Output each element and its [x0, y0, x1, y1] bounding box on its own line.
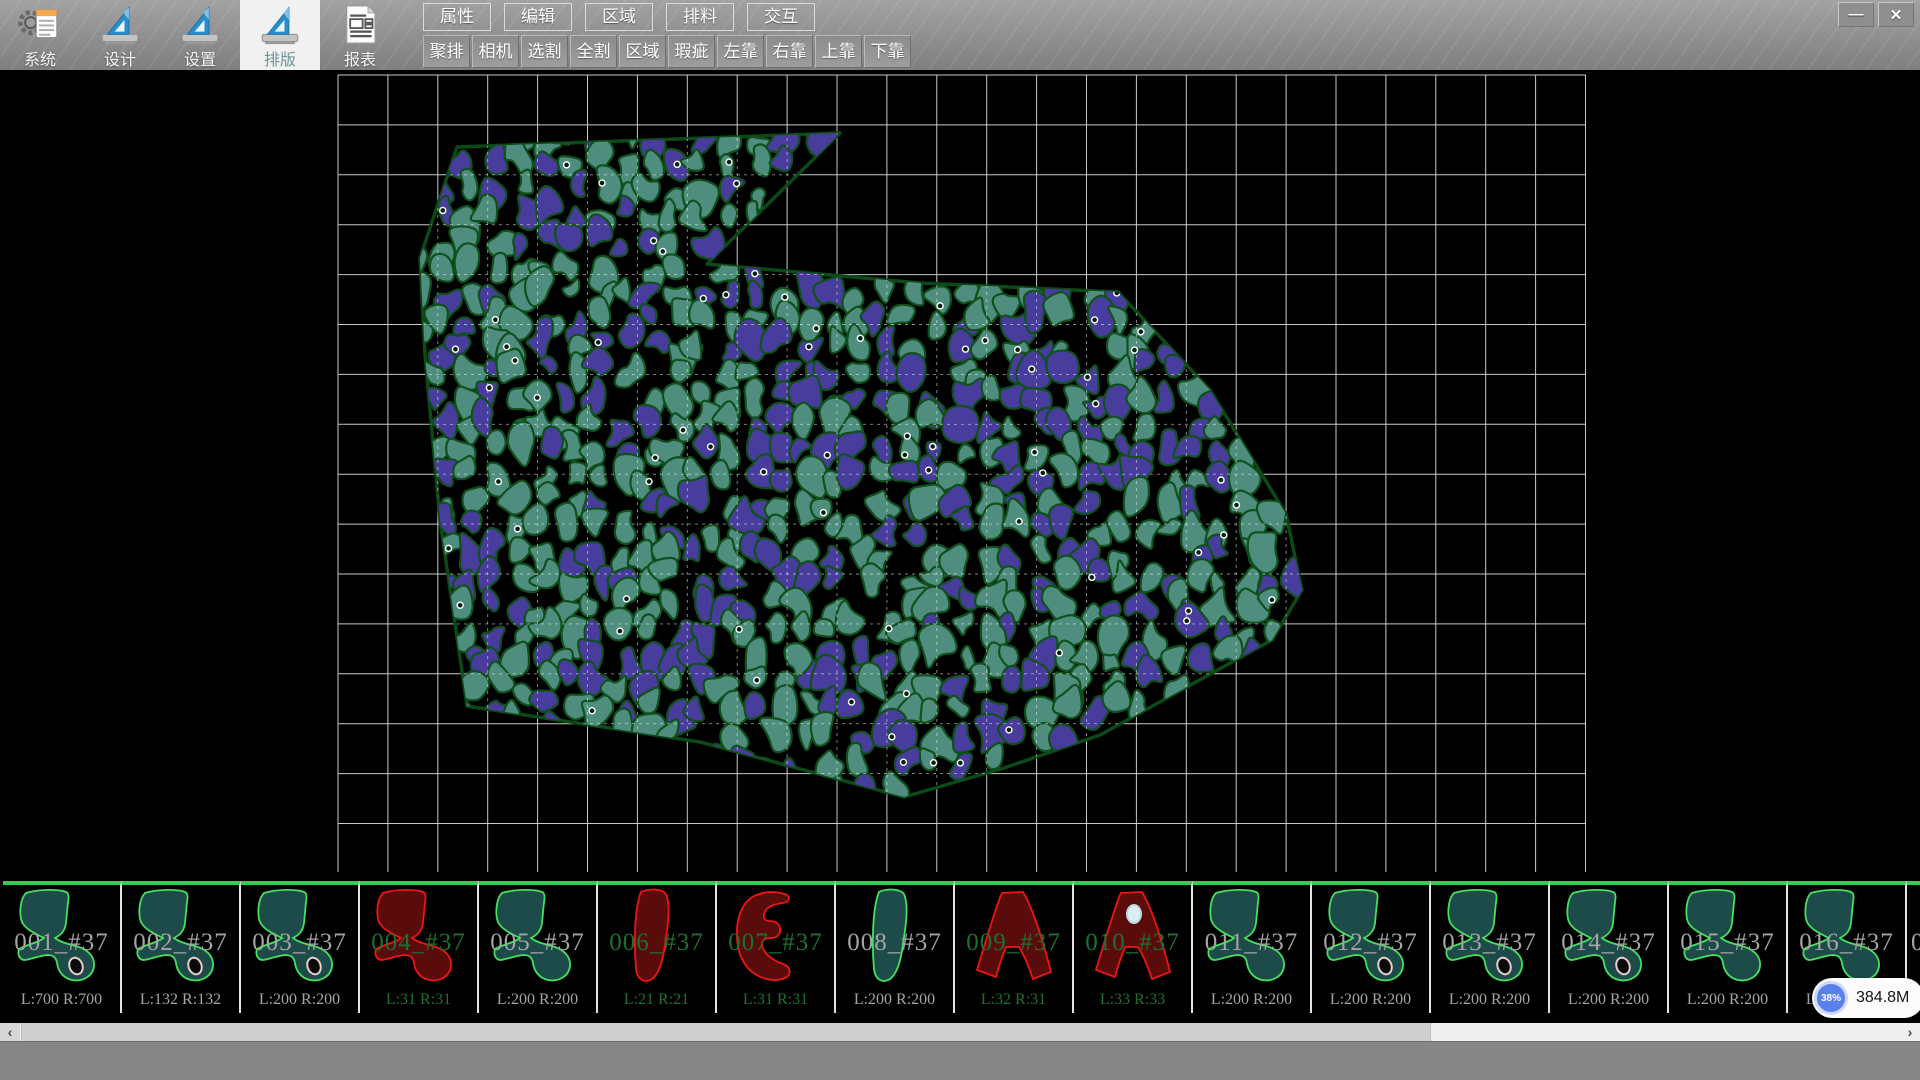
piece-id-label: 012_#37 [1312, 929, 1429, 957]
piece-lr-label: L:200 R:200 [1431, 991, 1548, 1009]
piece-thumbnail-10[interactable]: 010_#37 L:33 R:33 [1074, 881, 1193, 1013]
nesting-app-window: 系统 设计 设置 排版 报表 属性编辑区域排料交互 聚排相机选割全割区域瑕疵左靠… [0, 0, 1920, 1080]
piece-thumbnail-4[interactable]: 004_#37 L:31 R:31 [360, 881, 479, 1013]
piece-id-label: 006_#37 [598, 929, 715, 957]
piece-lr-label: L:33 R:33 [1074, 991, 1191, 1009]
piece-id-label: 013_#37 [1431, 929, 1548, 957]
menu-tab-2[interactable]: 区域 [585, 3, 653, 31]
piece-thumbnail-6[interactable]: 006_#37 L:21 R:21 [598, 881, 717, 1013]
piece-lr-label: L:32 R:31 [955, 991, 1072, 1009]
memory-percent-badge: 38% [1814, 981, 1848, 1015]
ruler-icon [94, 4, 146, 45]
piece-id-label: 010_#37 [1074, 929, 1191, 957]
mode-button-settings[interactable]: 设置 [160, 0, 240, 70]
menu-tabs: 属性编辑区域排料交互 [423, 3, 913, 31]
horizontal-scrollbar[interactable]: ‹ › [0, 1023, 1920, 1041]
gear-document-icon [14, 4, 66, 45]
minimize-button[interactable]: — [1838, 2, 1874, 27]
piece-thumbnail-2[interactable]: 002_#37 L:132 R:132 [122, 881, 241, 1013]
piece-thumbnail-3[interactable]: 003_#37 L:200 R:200 [241, 881, 360, 1013]
menu-tab-1[interactable]: 编辑 [504, 3, 572, 31]
piece-lr-label: L:200 R:200 [1193, 991, 1310, 1009]
piece-lr-label: L:200 R:200 [1669, 991, 1786, 1009]
piece-lr-label: L:31 R:31 [717, 991, 834, 1009]
piece-thumbnail-strip: 001_#37 L:700 R:700 002_#37 L:132 R:132 … [0, 881, 1920, 1010]
tool-button-5[interactable]: 瑕疵 [668, 35, 715, 68]
piece-lr-label: L:200 R:200 [1312, 991, 1429, 1009]
tool-button-2[interactable]: 选割 [521, 35, 568, 68]
piece-lr-label: L:132 R:132 [122, 991, 239, 1009]
mode-label: 设计 [104, 46, 136, 70]
mode-label: 系统 [24, 46, 56, 70]
ruler-icon [174, 4, 226, 45]
piece-lr-label: L:700 R:700 [3, 991, 120, 1009]
piece-id-label: 007_#37 [717, 929, 834, 957]
piece-thumbnail-14[interactable]: 014_#37 L:200 R:200 [1550, 881, 1669, 1013]
mode-button-design[interactable]: 设计 [80, 0, 160, 70]
scroll-right-arrow[interactable]: › [1900, 1023, 1920, 1041]
piece-id-label: 009_#37 [955, 929, 1072, 957]
tool-row: 聚排相机选割全割区域瑕疵左靠右靠上靠下靠 [423, 35, 913, 68]
piece-thumbnail-5[interactable]: 005_#37 L:200 R:200 [479, 881, 598, 1013]
scroll-left-arrow[interactable]: ‹ [0, 1023, 20, 1041]
tool-button-1[interactable]: 相机 [472, 35, 519, 68]
mode-button-system[interactable]: 系统 [0, 0, 80, 70]
piece-id-label: 008_#37 [836, 929, 953, 957]
tool-button-4[interactable]: 区域 [619, 35, 666, 68]
tool-button-9[interactable]: 下靠 [864, 35, 911, 68]
memory-widget[interactable]: 38% 384.8M [1812, 978, 1920, 1018]
scrollbar-thumb[interactable] [21, 1023, 1431, 1041]
tool-button-0[interactable]: 聚排 [423, 35, 470, 68]
piece-id-label: 003_#37 [241, 929, 358, 957]
piece-thumbnail-11[interactable]: 011_#37 L:200 R:200 [1193, 881, 1312, 1013]
menu-tab-4[interactable]: 交互 [747, 3, 815, 31]
piece-thumbnail-13[interactable]: 013_#37 L:200 R:200 [1431, 881, 1550, 1013]
piece-id-label: 004_#37 [360, 929, 477, 957]
piece-id-label: 0 [1911, 929, 1920, 957]
piece-thumbnail-8[interactable]: 008_#37 L:200 R:200 [836, 881, 955, 1013]
piece-id-label: 011_#37 [1193, 929, 1310, 957]
memory-amount-label: 384.8M [1856, 989, 1909, 1007]
tool-button-7[interactable]: 右靠 [766, 35, 813, 68]
piece-id-label: 005_#37 [479, 929, 596, 957]
status-bar [0, 1041, 1920, 1080]
piece-thumbnail-7[interactable]: 007_#37 L:31 R:31 [717, 881, 836, 1013]
mode-label: 报表 [344, 46, 376, 70]
mode-button-report[interactable]: 报表 [320, 0, 400, 70]
piece-lr-label: L:31 R:31 [360, 991, 477, 1009]
titlebar: 系统 设计 设置 排版 报表 属性编辑区域排料交互 聚排相机选割全割区域瑕疵左靠… [0, 0, 1920, 70]
piece-lr-label: L:200 R:200 [241, 991, 358, 1009]
piece-lr-label: L:200 R:200 [1550, 991, 1667, 1009]
piece-lr-label: L:200 R:200 [836, 991, 953, 1009]
piece-id-label: 002_#37 [122, 929, 239, 957]
report-icon [337, 4, 383, 45]
nesting-canvas[interactable] [0, 70, 1920, 1022]
piece-lr-label: L:21 R:21 [598, 991, 715, 1009]
piece-thumbnail-9[interactable]: 009_#37 L:32 R:31 [955, 881, 1074, 1013]
piece-id-label: 014_#37 [1550, 929, 1667, 957]
close-button[interactable]: ✕ [1878, 2, 1914, 27]
tool-button-8[interactable]: 上靠 [815, 35, 862, 68]
tool-button-3[interactable]: 全割 [570, 35, 617, 68]
window-controls: — ✕ [1834, 2, 1914, 27]
hide-nest-drawing [0, 70, 1920, 1022]
piece-thumbnail-12[interactable]: 012_#37 L:200 R:200 [1312, 881, 1431, 1013]
mode-label: 排版 [264, 46, 296, 70]
menu-area: 属性编辑区域排料交互 聚排相机选割全割区域瑕疵左靠右靠上靠下靠 [423, 3, 913, 68]
mode-label: 设置 [184, 46, 216, 70]
ruler-icon [254, 4, 306, 45]
piece-id-label: 001_#37 [3, 929, 120, 957]
menu-tab-3[interactable]: 排料 [666, 3, 734, 31]
piece-thumbnail-1[interactable]: 001_#37 L:700 R:700 [3, 881, 122, 1013]
piece-id-label: 015_#37 [1669, 929, 1786, 957]
mode-toolbar: 系统 设计 设置 排版 报表 [0, 0, 400, 70]
tool-button-6[interactable]: 左靠 [717, 35, 764, 68]
mode-button-layout[interactable]: 排版 [240, 0, 320, 70]
menu-tab-0[interactable]: 属性 [423, 3, 491, 31]
piece-lr-label: L:200 R:200 [479, 991, 596, 1009]
piece-thumbnail-15[interactable]: 015_#37 L:200 R:200 [1669, 881, 1788, 1013]
piece-id-label: 016_#37 [1788, 929, 1905, 957]
